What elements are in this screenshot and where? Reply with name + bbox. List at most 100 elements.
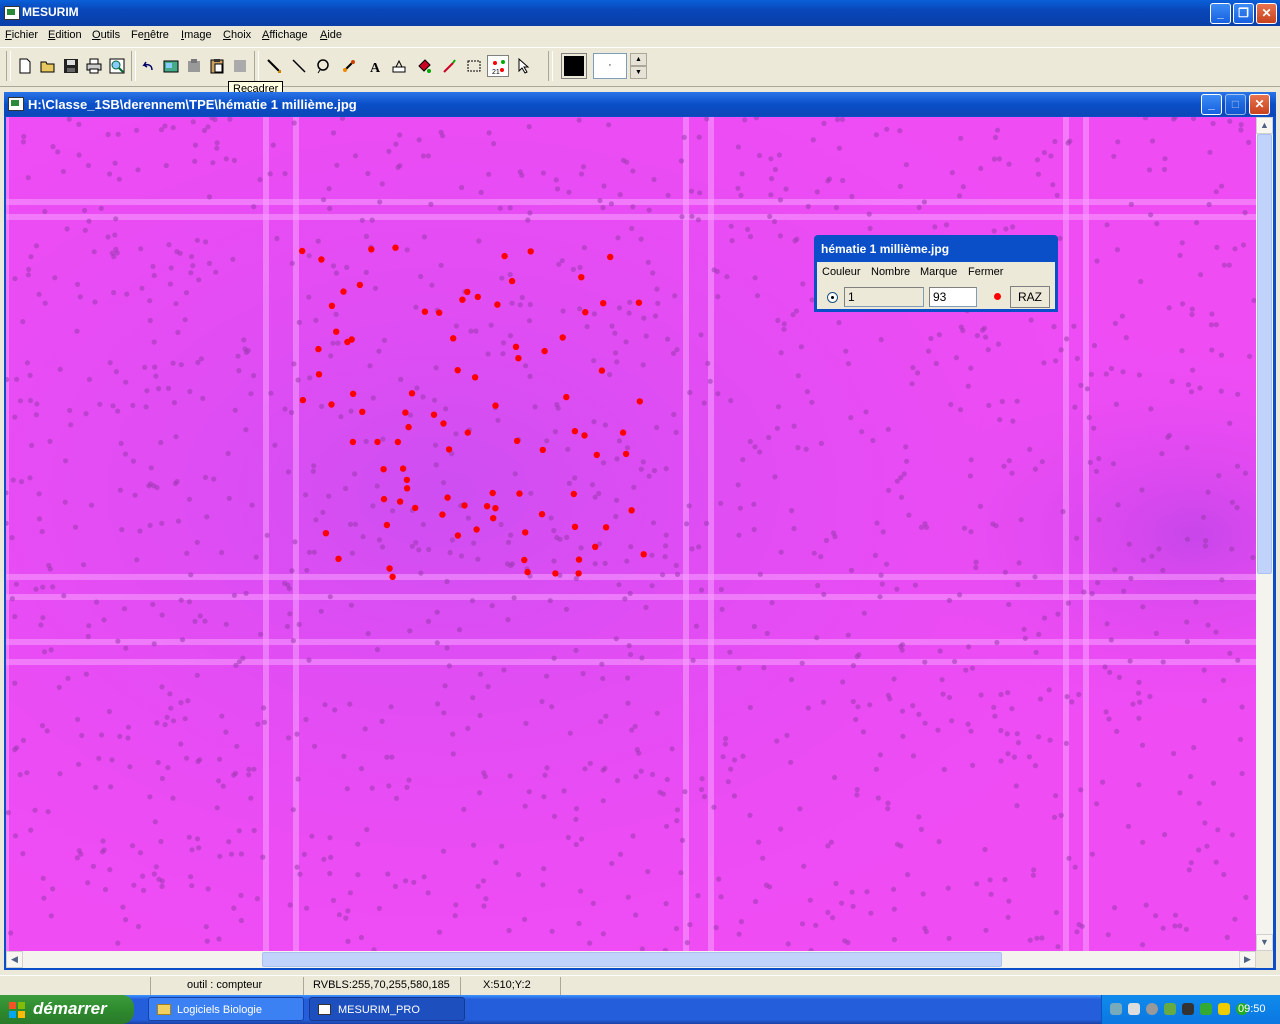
horizontal-scrollbar[interactable]: ◀ ▶ [6, 951, 1256, 968]
count-marker[interactable] [322, 530, 330, 537]
count-marker[interactable] [349, 390, 357, 397]
print-preview-button[interactable] [106, 55, 128, 77]
save-button[interactable] [60, 55, 82, 77]
menu-edition[interactable]: Edition [48, 29, 82, 41]
count-marker[interactable] [439, 511, 446, 518]
brush-button[interactable] [438, 55, 460, 77]
line-button[interactable] [288, 55, 310, 77]
folder-share-icon[interactable] [1218, 1003, 1230, 1015]
counter-button[interactable]: 21 [487, 55, 509, 77]
count-marker[interactable] [299, 247, 306, 255]
count-marker[interactable] [628, 507, 635, 514]
menu-fichier[interactable]: Fichier [5, 29, 38, 41]
network-icon[interactable] [1110, 1003, 1122, 1015]
pencil-button[interactable] [263, 55, 285, 77]
count-marker[interactable] [600, 300, 607, 307]
count-marker[interactable] [593, 451, 600, 459]
count-marker[interactable] [333, 328, 340, 335]
count-marker[interactable] [318, 256, 325, 263]
count-marker[interactable] [570, 490, 577, 498]
count-marker[interactable] [445, 446, 453, 453]
doc-maximize-button[interactable]: □ [1225, 94, 1246, 115]
count-marker[interactable] [575, 556, 583, 563]
count-marker[interactable] [640, 551, 647, 558]
count-marker[interactable] [582, 309, 589, 316]
count-marker[interactable] [474, 293, 481, 301]
count-marker[interactable] [392, 244, 399, 251]
count-marker[interactable] [315, 371, 323, 378]
text-button[interactable]: A [364, 55, 386, 77]
count-marker[interactable] [492, 402, 499, 409]
line-width-spinner[interactable]: ▲ ▼ [630, 53, 647, 79]
count-marker[interactable] [602, 524, 610, 531]
count-marker[interactable] [340, 288, 347, 295]
count-marker[interactable] [374, 438, 381, 446]
count-marker[interactable] [489, 489, 496, 497]
count-marker[interactable] [299, 396, 307, 404]
update-icon[interactable] [1164, 1003, 1176, 1015]
menu-outils[interactable]: Outils [92, 29, 120, 41]
doc-close-button[interactable]: ✕ [1249, 94, 1270, 115]
vertical-scrollbar[interactable]: ▲ ▼ [1256, 117, 1273, 951]
count-marker[interactable] [607, 253, 614, 261]
color-radio[interactable] [827, 292, 838, 303]
count-marker[interactable] [315, 345, 322, 353]
color-swatch[interactable] [561, 53, 587, 79]
menu-image[interactable]: Image [181, 29, 212, 41]
clipboard-button[interactable] [206, 55, 228, 77]
count-marker[interactable] [581, 432, 588, 439]
count-marker[interactable] [622, 450, 630, 458]
count-marker[interactable] [394, 438, 402, 446]
count-marker[interactable] [541, 347, 548, 355]
count-marker[interactable] [539, 446, 546, 454]
fill-bucket-button[interactable] [413, 55, 435, 77]
count-marker[interactable] [380, 466, 387, 473]
spin-down-icon[interactable]: ▼ [630, 66, 647, 79]
count-marker[interactable] [335, 555, 342, 562]
count-marker[interactable] [490, 515, 497, 522]
count-marker[interactable] [368, 246, 375, 253]
count-marker[interactable] [559, 334, 566, 341]
count-marker[interactable] [563, 393, 570, 401]
menu-fenetre[interactable]: Fenêtre [131, 29, 169, 41]
count-marker[interactable] [552, 570, 559, 577]
count-marker[interactable] [578, 274, 585, 281]
count-marker[interactable] [359, 408, 366, 415]
count-marker[interactable] [396, 498, 404, 505]
raz-button[interactable]: RAZ [1010, 286, 1050, 308]
count-marker[interactable] [403, 485, 411, 492]
count-marker[interactable] [386, 565, 393, 572]
count-marker[interactable] [473, 526, 480, 533]
count-marker[interactable] [348, 336, 355, 343]
count-marker[interactable] [592, 543, 599, 550]
count-marker[interactable] [421, 308, 429, 315]
spin-up-icon[interactable]: ▲ [630, 53, 647, 66]
crop-button[interactable] [229, 55, 251, 77]
count-marker[interactable] [516, 490, 523, 497]
line-width-field[interactable]: · [593, 53, 627, 79]
scroll-down-icon[interactable]: ▼ [1256, 934, 1273, 951]
print-button[interactable] [83, 55, 105, 77]
start-button[interactable]: démarrer [0, 995, 134, 1024]
count-marker[interactable] [412, 504, 419, 512]
undo-button[interactable] [137, 55, 159, 77]
scroll-right-icon[interactable]: ▶ [1239, 951, 1256, 968]
count-marker[interactable] [383, 521, 391, 529]
count-marker[interactable] [454, 532, 462, 539]
count-marker[interactable] [459, 296, 466, 303]
count-marker[interactable] [461, 502, 468, 509]
count-marker[interactable] [464, 429, 471, 436]
micrograph-image[interactable] [6, 117, 1256, 951]
count-marker[interactable] [501, 252, 508, 260]
scroll-left-icon[interactable]: ◀ [6, 951, 23, 968]
count-marker[interactable] [471, 374, 479, 381]
count-marker[interactable] [356, 281, 364, 289]
vertical-scroll-thumb[interactable] [1257, 134, 1272, 574]
count-marker[interactable] [515, 355, 522, 362]
count-marker[interactable] [464, 288, 471, 296]
volume-icon[interactable] [1128, 1003, 1140, 1015]
count-marker[interactable] [521, 556, 528, 564]
count-marker[interactable] [444, 494, 451, 501]
count-marker[interactable] [380, 495, 388, 503]
color-index-field[interactable]: 1 [844, 287, 924, 307]
